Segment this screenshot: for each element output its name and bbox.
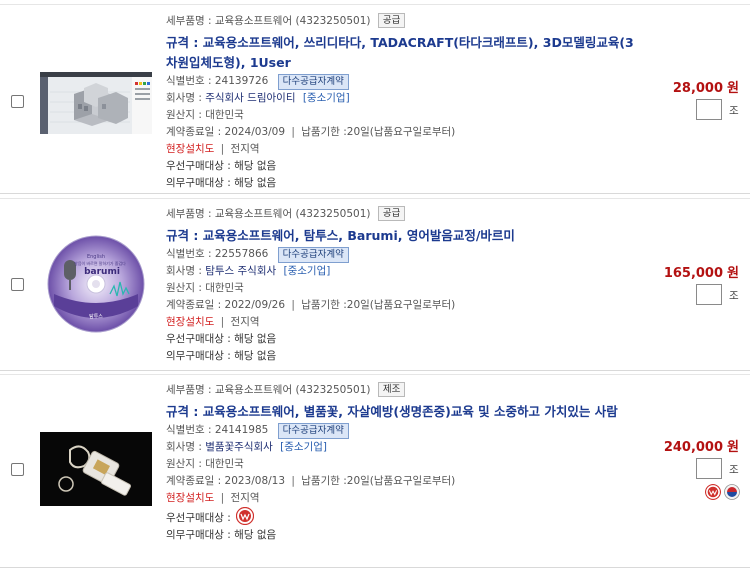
quantity-unit: 조: [729, 290, 739, 302]
product-row: 세부품명 : 교육용소프트웨어 (4323250501) 제조 규격 : 교육용…: [0, 374, 750, 568]
id-label: 식별번호 :: [166, 248, 212, 260]
product-info: 세부품명 : 교육용소프트웨어 (4323250501) 제조 규격 : 교육용…: [166, 382, 636, 544]
id-value: 24139726: [214, 75, 269, 87]
quantity-input[interactable]: [696, 99, 722, 120]
women-enterprise-cert-icon: [705, 484, 721, 500]
contract-badge[interactable]: 다수공급자계약: [277, 74, 349, 90]
product-thumbnail[interactable]: [40, 72, 152, 134]
mandatory-purchase: 의무구매대상 : 해당 없음: [166, 177, 277, 189]
delivery-deadline: 납품기한 :20일(납품요구일로부터): [301, 299, 456, 311]
price-value: 240,000: [663, 440, 724, 455]
id-label: 식별번호 :: [166, 75, 212, 87]
price: 240,000 원: [664, 436, 739, 455]
install-label: 현장설치도: [166, 316, 215, 328]
price-value: 165,000: [663, 266, 724, 281]
women-enterprise-cert-icon: [236, 506, 255, 526]
company-label: 회사명 :: [166, 441, 202, 453]
company-name-link[interactable]: 별품꽃주식회사: [205, 441, 273, 453]
company-label: 회사명 :: [166, 92, 202, 104]
id-label: 식별번호 :: [166, 424, 212, 436]
origin: 원산지 : 대한민국: [166, 109, 244, 121]
category-label: 세부품명 : 교육용소프트웨어: [166, 208, 293, 220]
quantity-input[interactable]: [696, 284, 722, 305]
select-checkbox[interactable]: [11, 278, 24, 291]
contract-end: 계약종료일 : 2024/03/09: [166, 126, 286, 138]
company-name-link[interactable]: 탐투스 주식회사: [205, 265, 276, 277]
usb-drive-image: [40, 432, 152, 506]
priority-purchase: 우선구매대상 : 해당 없음: [166, 333, 277, 345]
origin: 원산지 : 대한민국: [166, 458, 244, 470]
quantity-input[interactable]: [696, 458, 722, 479]
cd-label-footer: 탐투스: [89, 313, 103, 320]
delivery-deadline: 납품기한 :20일(납품요구일로부터): [301, 475, 456, 487]
origin: 원산지 : 대한민국: [166, 282, 244, 294]
priority-purchase-label: 우선구매대상 :: [166, 512, 231, 524]
install-label: 현장설치도: [166, 492, 215, 504]
install-region: 전지역: [230, 143, 260, 155]
install-region: 전지역: [230, 316, 260, 328]
install-label: 현장설치도: [166, 143, 215, 155]
spec-title-link[interactable]: 규격 : 교육용소프트웨어, 탐투스, Barumi, 영어발음교정/바르미: [166, 226, 636, 246]
tadacraft-screenshot-image: [40, 72, 152, 134]
quantity-unit: 조: [729, 105, 739, 117]
delivery-deadline: 납품기한 :20일(납품요구일로부터): [301, 126, 456, 138]
id-value: 24141985: [214, 424, 269, 436]
company-size: [중소기업]: [283, 265, 331, 277]
cd-label-kr: 발음이 바르면 말하기가 즐겁다: [74, 260, 126, 266]
price: 165,000 원: [664, 262, 739, 281]
contract-badge[interactable]: 다수공급자계약: [277, 423, 349, 439]
category-code: (4323250501): [295, 208, 371, 220]
supply-type-badge: 제조: [377, 382, 406, 397]
price-currency: 원: [727, 81, 739, 96]
supply-type-badge: 공급: [377, 206, 406, 221]
cd-label-brand: barumi: [84, 267, 120, 277]
price: 28,000 원: [673, 77, 739, 96]
cd-label-small: English: [87, 254, 105, 260]
supply-type-badge: 공급: [377, 13, 406, 28]
barumi-cd-image: English 발음이 바르면 말하기가 즐겁다 barumi 탐투스: [47, 235, 145, 333]
product-info: 세부품명 : 교육용소프트웨어 (4323250501) 공급 규격 : 교육용…: [166, 206, 636, 365]
category-label: 세부품명 : 교육용소프트웨어: [166, 384, 293, 396]
category-label: 세부품명 : 교육용소프트웨어: [166, 15, 293, 27]
select-checkbox[interactable]: [11, 463, 24, 476]
contract-end: 계약종료일 : 2022/09/26: [166, 299, 286, 311]
product-thumbnail[interactable]: English 발음이 바르면 말하기가 즐겁다 barumi 탐투스: [40, 234, 152, 334]
price-currency: 원: [727, 266, 739, 281]
company-label: 회사명 :: [166, 265, 202, 277]
product-thumbnail[interactable]: [40, 432, 152, 506]
quantity-unit: 조: [729, 464, 739, 476]
company-size: [중소기업]: [280, 441, 328, 453]
mandatory-purchase: 의무구매대상 : 해당 없음: [166, 350, 277, 362]
spec-title-link[interactable]: 규격 : 교육용소프트웨어, 쓰리디타다, TADACRAFT(타다크래프트),…: [166, 33, 636, 73]
national-emblem-cert-icon: [724, 484, 740, 500]
select-checkbox[interactable]: [11, 95, 24, 108]
contract-end: 계약종료일 : 2023/08/13: [166, 475, 286, 487]
install-region: 전지역: [230, 492, 260, 504]
category-code: (4323250501): [295, 384, 371, 396]
spec-title-link[interactable]: 규격 : 교육용소프트웨어, 별품꽃, 자살예방(생명존중)교육 및 소중하고 …: [166, 402, 636, 422]
price-value: 28,000: [672, 81, 724, 96]
product-row: English 발음이 바르면 말하기가 즐겁다 barumi 탐투스 세부품명…: [0, 198, 750, 371]
product-row: 세부품명 : 교육용소프트웨어 (4323250501) 공급 규격 : 교육용…: [0, 4, 750, 194]
company-name-link[interactable]: 주식회사 드림아이티: [205, 92, 295, 104]
price-currency: 원: [727, 440, 739, 455]
mandatory-purchase: 의무구매대상 : 해당 없음: [166, 529, 277, 541]
priority-purchase: 우선구매대상 : 해당 없음: [166, 160, 277, 172]
id-value: 22557866: [214, 248, 269, 260]
category-code: (4323250501): [295, 15, 371, 27]
company-size: [중소기업]: [302, 92, 350, 104]
product-info: 세부품명 : 교육용소프트웨어 (4323250501) 공급 규격 : 교육용…: [166, 13, 636, 192]
contract-badge[interactable]: 다수공급자계약: [277, 247, 349, 263]
